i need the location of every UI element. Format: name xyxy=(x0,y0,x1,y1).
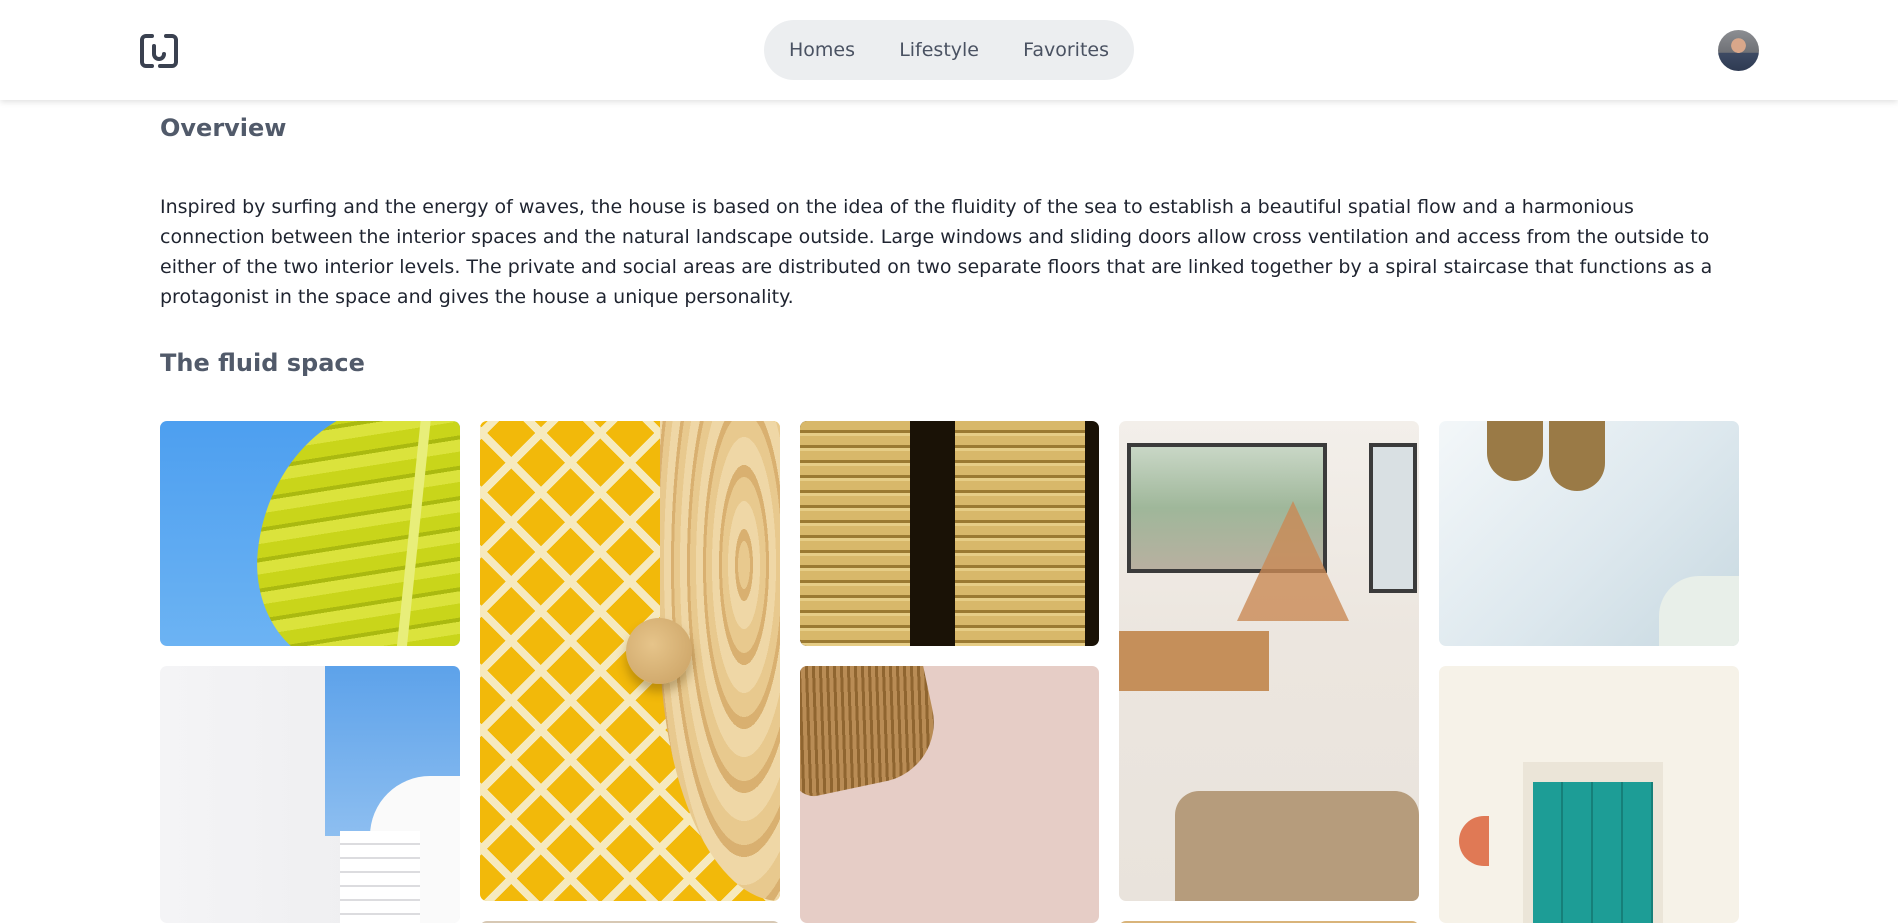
shutter-right xyxy=(955,421,1085,646)
teal-door-photo[interactable] xyxy=(1439,666,1739,923)
wall-sconce xyxy=(1459,816,1489,866)
wooden-shutters-photo[interactable] xyxy=(800,421,1099,646)
top-navigation-bar: Homes Lifestyle Favorites xyxy=(0,0,1898,100)
wicker-lamp-photo[interactable] xyxy=(800,666,1099,923)
nav-homes[interactable]: Homes xyxy=(789,39,855,61)
wood-knob xyxy=(626,618,692,684)
pendant-lamp-1 xyxy=(1487,421,1543,481)
teal-door xyxy=(1533,782,1653,923)
shutter-left xyxy=(800,421,910,646)
yellow-rug-wood-photo[interactable] xyxy=(480,421,780,901)
dining-room-photo[interactable] xyxy=(1119,421,1419,901)
nav-favorites[interactable]: Favorites xyxy=(1023,39,1109,61)
pendant-lamps-photo[interactable] xyxy=(1439,421,1739,646)
wicker-lamp-shade xyxy=(800,666,945,800)
gallery-heading: The fluid space xyxy=(160,349,365,377)
curved-wall xyxy=(1659,576,1739,646)
wicker-pendant xyxy=(1237,501,1349,621)
pendant-lamp-2 xyxy=(1549,421,1605,491)
room-window-side xyxy=(1369,443,1417,593)
sofa xyxy=(1175,791,1419,901)
stairs xyxy=(340,831,420,923)
nav-lifestyle[interactable]: Lifestyle xyxy=(899,39,979,61)
white-stairs-photo[interactable] xyxy=(160,666,460,923)
overview-heading: Overview xyxy=(160,114,287,142)
leaf-shape xyxy=(246,421,460,646)
brand-logo-icon[interactable] xyxy=(138,32,180,70)
overview-paragraph: Inspired by surfing and the energy of wa… xyxy=(160,196,1713,308)
banana-leaf-photo[interactable] xyxy=(160,421,460,646)
main-nav: Homes Lifestyle Favorites xyxy=(764,20,1134,80)
dining-table xyxy=(1119,631,1269,691)
user-avatar[interactable] xyxy=(1718,30,1759,71)
